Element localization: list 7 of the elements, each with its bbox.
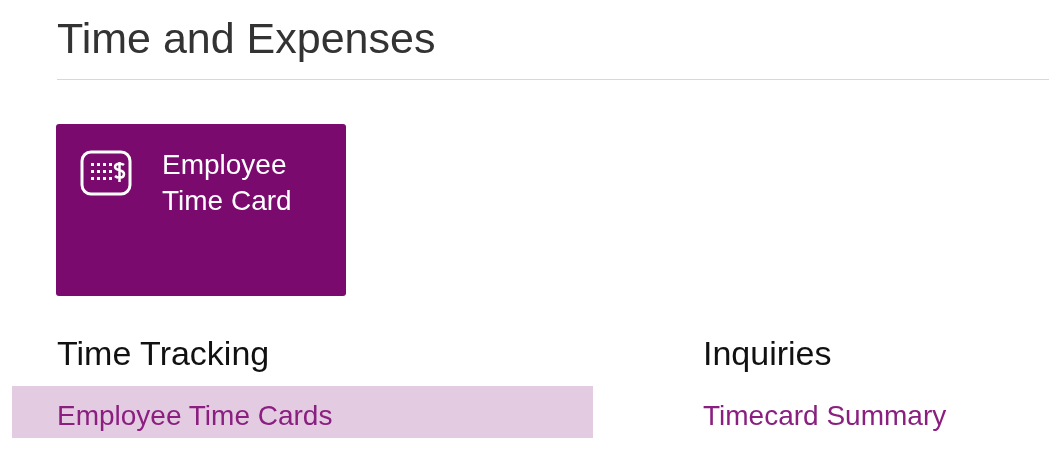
section-heading: Inquiries <box>703 333 832 374</box>
section-heading: Time Tracking <box>57 333 270 374</box>
calendar-dollar-icon <box>80 150 132 196</box>
employee-tile[interactable]: Employee Time Card <box>56 124 346 296</box>
menu-link[interactable]: Timecard Summary <box>703 386 947 438</box>
page-title: Time and Expenses <box>57 13 436 64</box>
menu-link[interactable]: Employee Time Cards <box>12 386 593 438</box>
